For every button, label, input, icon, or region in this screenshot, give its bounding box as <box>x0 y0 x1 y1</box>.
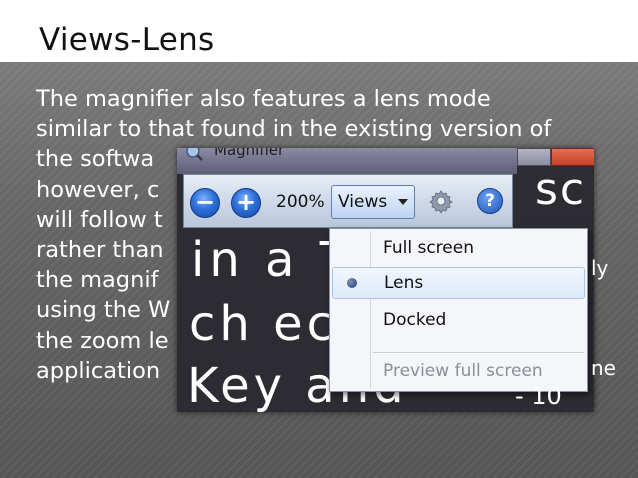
menu-item-lens[interactable]: Lens <box>332 267 585 299</box>
help-icon: ? <box>485 191 495 211</box>
menu-item-full-screen[interactable]: Full screen <box>332 233 585 265</box>
slide-title: Views-Lens <box>39 22 215 58</box>
menu-item-label: Docked <box>383 310 447 330</box>
menu-separator <box>373 352 584 353</box>
help-button[interactable]: ? <box>477 188 503 214</box>
menu-item-label: Preview full screen <box>383 361 543 381</box>
magnifier-app-icon <box>186 148 203 161</box>
magnified-text: ne <box>591 356 616 380</box>
magnifier-title-bar[interactable]: Magnifier <box>177 148 517 174</box>
gear-icon[interactable] <box>429 189 453 213</box>
views-dropdown-button[interactable]: Views <box>331 185 415 219</box>
views-label: Views <box>338 192 388 212</box>
zoom-in-button[interactable]: + <box>231 188 261 218</box>
radio-dot-icon <box>347 278 357 288</box>
magnified-text: ly <box>591 256 609 280</box>
body-line: similar to that found in the existing ve… <box>36 116 552 143</box>
magnifier-title: Magnifier <box>214 148 285 159</box>
zoom-level: 200% <box>276 192 325 212</box>
magnified-text: ch ec <box>189 296 337 352</box>
views-menu: Full screen Lens Docked Preview full scr… <box>329 228 588 392</box>
slide: Views-Lens The magnifier also features a… <box>0 0 638 478</box>
zoom-out-button[interactable]: − <box>190 188 220 218</box>
menu-item-label: Lens <box>384 273 424 293</box>
magnifier-toolbar: − + 200% Views ? <box>183 174 513 228</box>
zoom-in-icon: + <box>235 188 257 216</box>
body-line: The magnifier also features a lens mode <box>36 86 491 112</box>
magnified-text: sc <box>535 164 587 215</box>
menu-item-label: Full screen <box>383 238 474 258</box>
magnified-text: - 10 <box>515 382 562 410</box>
menu-item-docked[interactable]: Docked <box>332 305 585 337</box>
zoom-out-icon: − <box>194 188 216 216</box>
dropdown-arrow-icon <box>398 199 408 205</box>
